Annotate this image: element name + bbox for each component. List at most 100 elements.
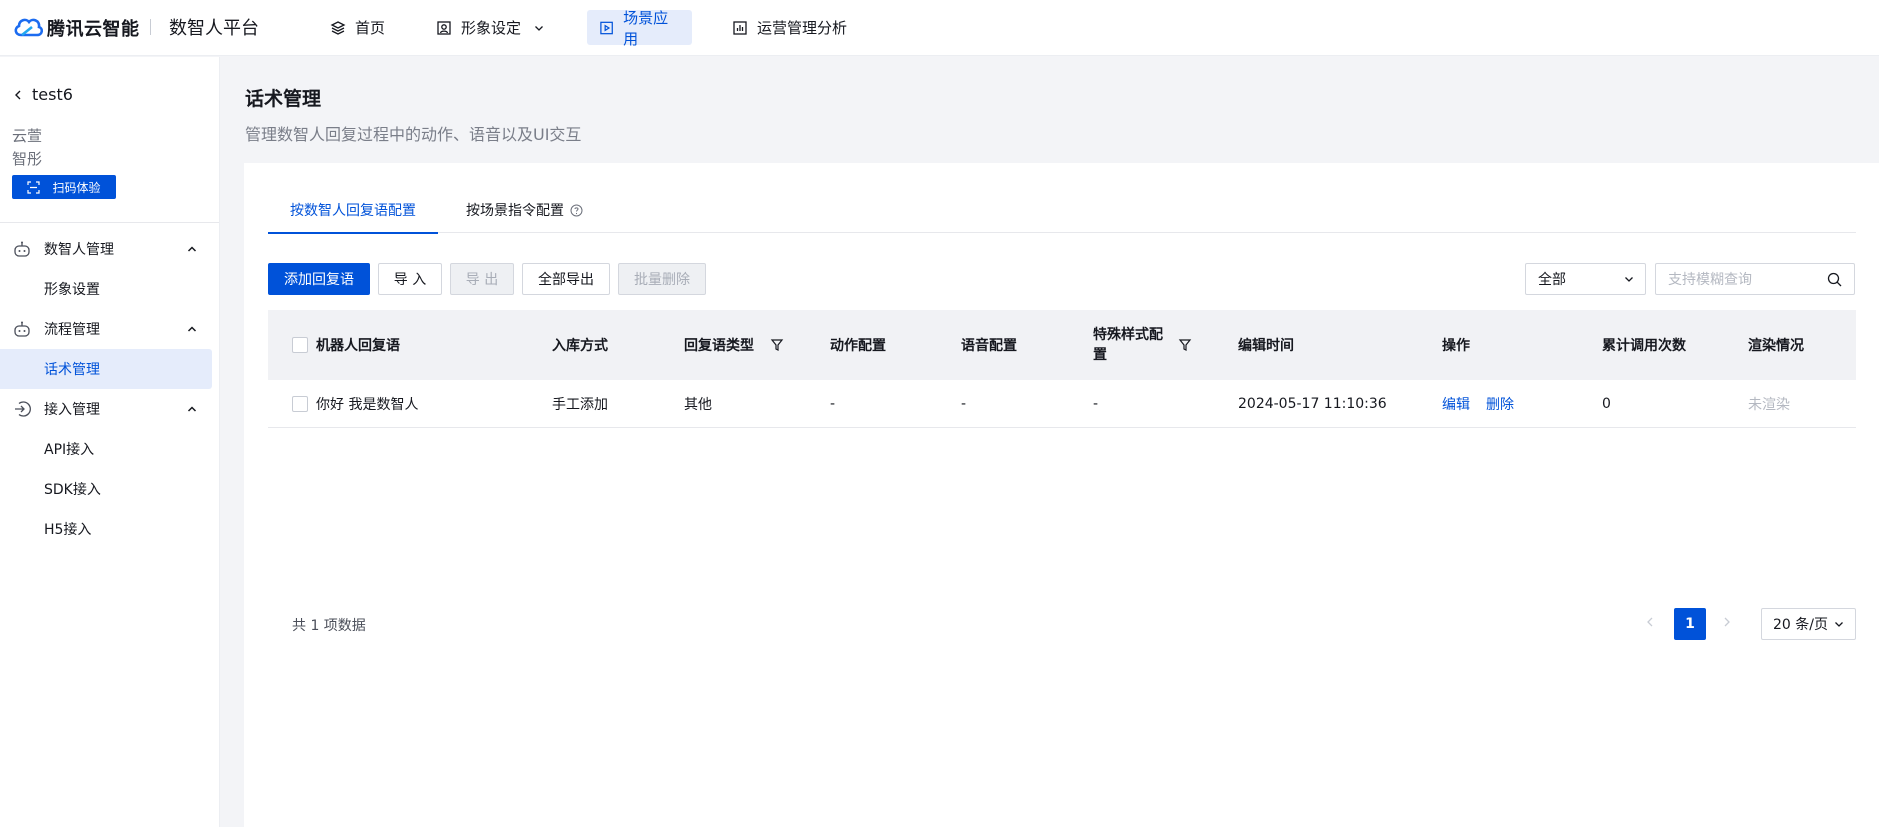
column-header: 特殊样式配置 — [1093, 327, 1163, 363]
scan-icon — [27, 180, 41, 194]
filter-select-value: 全部 — [1538, 272, 1566, 288]
reply-cell: 你好 我是数智人 — [292, 380, 418, 427]
column-header: 入库方式 — [552, 338, 608, 354]
column-header: 机器人回复语 — [316, 338, 400, 354]
chevron-down-icon — [1835, 622, 1843, 627]
cloud-logo-icon — [14, 18, 44, 37]
search-icon[interactable] — [1827, 272, 1842, 287]
export-button[interactable]: 导 出 — [450, 263, 514, 295]
filter-icon[interactable] — [770, 338, 784, 352]
scan-experience-label: 扫码体验 — [52, 180, 101, 195]
filter-select[interactable]: 全部 — [1525, 263, 1646, 295]
chevron-up-icon — [187, 246, 197, 252]
nav-avatar-settings[interactable]: 形象设定 — [424, 10, 557, 45]
sidebar-item-h5[interactable]: H5接入 — [0, 509, 212, 549]
search-input[interactable]: 支持模糊查询 — [1655, 263, 1855, 295]
row-checkbox[interactable] — [292, 395, 308, 412]
add-reply-button[interactable]: 添加回复语 — [268, 263, 370, 295]
export-all-button[interactable]: 全部导出 — [522, 263, 610, 295]
layers-icon — [330, 20, 346, 35]
column-header: 回复语类型 — [684, 338, 754, 354]
tab-by-scene[interactable]: 按场景指令配置 — [466, 187, 583, 233]
batch-delete-button[interactable]: 批量删除 — [618, 263, 706, 295]
back-link[interactable]: test6 — [12, 85, 73, 104]
help-circle-icon[interactable] — [570, 204, 583, 217]
nav-operations-label: 运营管理分析 — [757, 19, 848, 37]
chevron-up-icon — [187, 326, 197, 332]
style-cell: - — [1093, 395, 1099, 412]
page-1-button[interactable]: 1 — [1674, 608, 1706, 640]
render-status-cell: 未渲染 — [1748, 396, 1790, 413]
time-cell: 2024-05-17 11:10:36 — [1238, 395, 1387, 412]
column-header: 动作配置 — [830, 338, 886, 354]
count-cell: 0 — [1602, 395, 1611, 412]
sidebar-group-avatar-mgmt[interactable]: 数智人管理 — [12, 229, 208, 269]
avatar-name-line2: 智彤 — [12, 150, 43, 168]
column-header: 编辑时间 — [1238, 338, 1294, 354]
column-header: 操作 — [1442, 338, 1470, 354]
sidebar: test6 云萱 智彤 扫码体验 数智人管理 形象设置 流程管理 话术管理 接入… — [0, 57, 220, 827]
sidebar-item-api[interactable]: API接入 — [0, 429, 212, 469]
chevron-down-icon — [1625, 277, 1633, 282]
page-size-select[interactable]: 20 条/页 — [1761, 608, 1856, 640]
content-card: 按数智人回复语配置 按场景指令配置 添加回复语 导 入 导 出 全部导出 批量删… — [244, 163, 1879, 827]
filter-icon[interactable] — [1178, 338, 1192, 352]
column-header: 渲染情况 — [1748, 338, 1804, 354]
platform-name: 数智人平台 — [169, 18, 259, 39]
chevron-up-icon — [187, 406, 197, 412]
delete-link[interactable]: 删除 — [1486, 394, 1514, 414]
sidebar-divider — [0, 222, 219, 223]
sidebar-group-flow-mgmt[interactable]: 流程管理 — [12, 309, 208, 349]
page-size-value: 20 条/页 — [1773, 617, 1828, 633]
voice-cell: - — [961, 395, 967, 412]
scan-experience-button[interactable]: 扫码体验 — [12, 175, 116, 199]
select-all-checkbox[interactable] — [292, 337, 308, 353]
total-count: 共 1 项数据 — [292, 618, 366, 634]
nav-avatar-settings-label: 形象设定 — [461, 19, 522, 37]
tab-bar: 按数智人回复语配置 按场景指令配置 — [268, 187, 1856, 234]
page-title: 话术管理 — [245, 88, 322, 110]
chevron-left-icon — [15, 90, 21, 99]
project-name: test6 — [32, 85, 73, 104]
table-header: 机器人回复语 入库方式 回复语类型 动作配置 语音配置 特殊样式配置 编辑时间 … — [268, 310, 1856, 380]
method-cell: 手工添加 — [552, 396, 608, 413]
header-reply-cell: 机器人回复语 — [292, 310, 400, 380]
login-icon — [15, 401, 31, 417]
nav-scene-apps[interactable]: 场景应用 — [587, 9, 692, 48]
column-header: 累计调用次数 — [1602, 338, 1686, 354]
top-nav-bar: 腾讯云智能 数智人平台 首页 形象设定 场景应用 运营管理分析 — [0, 0, 1879, 56]
type-cell: 其他 — [684, 396, 712, 413]
sidebar-item-script-mgmt[interactable]: 话术管理 — [0, 349, 212, 389]
page-subtitle: 管理数智人回复过程中的动作、语音以及UI交互 — [245, 125, 582, 144]
play-icon — [600, 21, 613, 34]
robot-icon — [14, 241, 30, 257]
avatar-name-line1: 云萱 — [12, 127, 43, 145]
search-placeholder: 支持模糊查询 — [1668, 272, 1752, 288]
portrait-icon — [437, 20, 451, 35]
nav-operations[interactable]: 运营管理分析 — [720, 10, 859, 45]
nav-home[interactable]: 首页 — [318, 10, 397, 45]
sidebar-group-access-mgmt[interactable]: 接入管理 — [12, 389, 208, 429]
operations-cell: 编辑 删除 — [1442, 380, 1530, 427]
tab-by-reply[interactable]: 按数智人回复语配置 — [268, 187, 438, 234]
chart-icon — [733, 20, 747, 35]
brand-logo[interactable]: 腾讯云智能 — [12, 13, 140, 43]
nav-home-label: 首页 — [355, 19, 386, 37]
sidebar-group-label: 数智人管理 — [44, 242, 114, 258]
import-button[interactable]: 导 入 — [378, 263, 442, 295]
column-header: 语音配置 — [961, 338, 1017, 354]
chevron-down-icon — [535, 25, 543, 31]
edit-link[interactable]: 编辑 — [1442, 394, 1470, 414]
sidebar-item-sdk[interactable]: SDK接入 — [0, 469, 212, 509]
sidebar-item-avatar-settings[interactable]: 形象设置 — [0, 269, 212, 309]
nav-scene-apps-label: 场景应用 — [623, 8, 669, 48]
brand-divider — [150, 19, 151, 35]
brand-name: 腾讯云智能 — [47, 19, 140, 40]
table-row: 你好 我是数智人 手工添加 其他 - - - 2024-05-17 11:10:… — [268, 380, 1856, 428]
reply-text: 你好 我是数智人 — [316, 396, 419, 413]
column-header-type-cell: 回复语类型 — [684, 310, 784, 380]
sidebar-group-label: 流程管理 — [44, 322, 100, 338]
sidebar-group-label: 接入管理 — [44, 402, 100, 418]
next-page-icon[interactable] — [1720, 615, 1734, 629]
prev-page-icon[interactable] — [1643, 615, 1657, 629]
